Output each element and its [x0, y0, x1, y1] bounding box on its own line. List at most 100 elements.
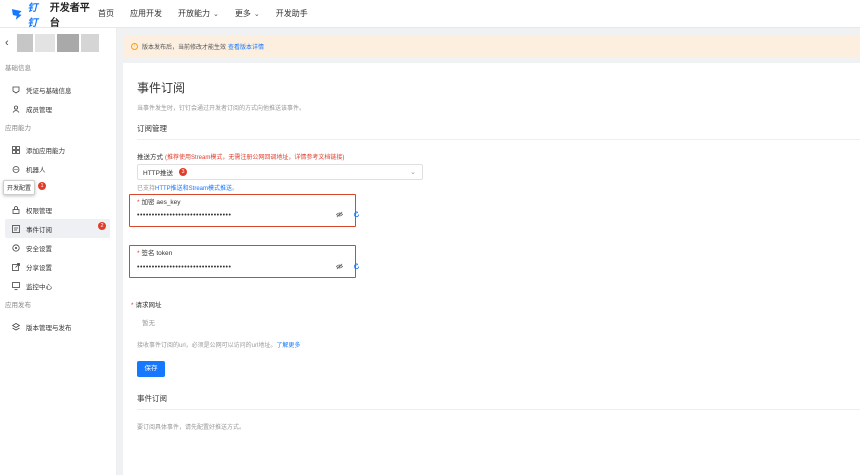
sidebar-item-label: 安全设置	[26, 245, 52, 253]
nav-open-capability-label: 开放能力	[178, 9, 210, 18]
sidebar-item-monitor[interactable]: 监控中心	[0, 276, 116, 295]
nav-app-dev[interactable]: 应用开发	[130, 8, 162, 19]
monitor-icon	[12, 281, 20, 290]
notice-link[interactable]: 查看版本详情	[228, 42, 264, 51]
section-title-event: 事件订阅	[137, 394, 167, 403]
aes-key-label: * 加密 aes_key	[137, 196, 181, 206]
sidebar-item-label: 监控中心	[26, 283, 52, 291]
push-method-label-text: 推送方式	[137, 154, 163, 161]
aes-key-label-text: 加密 aes_key	[141, 199, 181, 206]
top-navigation-bar: 钉钉 开发者平台 首页 应用开发 开放能力 ⌄ 更多 ⌄ 开发助手	[0, 0, 860, 29]
grid-icon	[12, 145, 20, 154]
sidebar-item-permissions[interactable]: 权限管理	[0, 200, 116, 219]
nav-dev-assistant[interactable]: 开发助手	[276, 8, 308, 19]
sidebar-item-version[interactable]: 版本管理与发布	[0, 317, 116, 336]
sidebar-item-security[interactable]: 安全设置	[0, 238, 116, 257]
notice-text: 版本发布后，当前修改才能生效	[142, 45, 227, 51]
push-method-label: 推送方式 (推荐使用Stream模式，无需注册公网回调地址，详情参考文档链接)	[137, 151, 344, 161]
sidebar-item-label: 机器人	[26, 166, 46, 174]
aes-key-value: ••••••••••••••••••••••••••••••••	[137, 211, 232, 219]
nav-home[interactable]: 首页	[98, 8, 114, 19]
nav-home-label: 首页	[98, 9, 114, 18]
shield-icon	[12, 243, 20, 252]
refresh-icon[interactable]	[353, 263, 360, 270]
robot-icon	[12, 165, 20, 173]
sidebar-item-add-capability[interactable]: 添加应用能力	[0, 140, 116, 159]
support-note: 已支持HTTP推送和Stream模式推送。	[137, 183, 238, 192]
dev-config-tooltip: 开发配置	[3, 180, 36, 195]
info-icon: !	[131, 43, 138, 50]
app-name-redacted	[56, 34, 79, 52]
step-badge-2: 2	[98, 222, 106, 230]
sidebar-item-label: 添加应用能力	[26, 147, 65, 155]
sidebar: ‹ 基础信息 凭证与基础信息 成员管理 应用能力 添加应用能力 机器人 权限管理…	[0, 28, 117, 475]
sidebar-item-share[interactable]: 分享设置	[0, 257, 116, 276]
push-method-hint: (推荐使用Stream模式，无需注册公网回调地址，详情参考文档链接)	[165, 155, 345, 161]
page-title: 事件订阅	[137, 81, 186, 95]
nav-open-capability[interactable]: 开放能力 ⌄	[178, 8, 219, 19]
sidebar-item-robot[interactable]: 机器人	[0, 159, 116, 178]
token-field[interactable]: ••••••••••••••••••••••••••••••••	[137, 260, 360, 274]
section-title-manage: 订阅管理	[137, 124, 167, 133]
notice-banner: ! 版本发布后，当前修改才能生效 查看版本详情	[123, 36, 860, 57]
section-title-basic: 基础信息	[5, 65, 31, 72]
member-icon	[12, 105, 20, 113]
required-mark: *	[137, 250, 140, 257]
support-suffix: 。	[232, 186, 239, 192]
learn-more-link[interactable]: 了解更多	[276, 343, 300, 349]
nav-app-dev-label: 应用开发	[130, 9, 162, 18]
eye-icon[interactable]	[336, 263, 343, 270]
step-badge-3: 3	[179, 168, 187, 176]
divider	[137, 139, 860, 140]
token-label: * 签名 token	[137, 247, 172, 257]
sidebar-item-label: 权限管理	[26, 207, 52, 215]
logo[interactable]: 钉钉 开发者平台	[10, 0, 98, 29]
main-card: 事件订阅 当事件发生时，钉钉会通过开发者订阅的方式向他推送该事件。 订阅管理 推…	[123, 63, 860, 475]
sidebar-item-credentials[interactable]: 凭证与基础信息	[0, 80, 116, 99]
share-icon	[12, 262, 20, 271]
step-badge-1: 1	[38, 182, 46, 190]
push-method-value: HTTP推送	[143, 170, 173, 177]
section-title-capability: 应用能力	[5, 125, 31, 132]
divider	[137, 409, 860, 410]
nav-more[interactable]: 更多 ⌄	[235, 8, 260, 19]
lock-icon	[12, 205, 20, 214]
page-description: 当事件发生时，钉钉会通过开发者订阅的方式向他推送该事件。	[137, 106, 306, 112]
chevron-down-icon: ⌄	[253, 10, 260, 18]
version-icon	[12, 322, 20, 330]
request-url-desc-text: 接收事件订阅的url，必须是公网可以访问的url地址。	[137, 343, 277, 349]
app-name-redacted	[80, 34, 99, 52]
section-title-publish: 应用发布	[5, 302, 31, 309]
eye-icon[interactable]	[336, 211, 343, 218]
request-url-label: * 请求网址	[131, 299, 162, 309]
sidebar-item-label: 事件订阅	[26, 226, 52, 234]
aes-key-field[interactable]: ••••••••••••••••••••••••••••••••	[137, 208, 360, 222]
nav-more-label: 更多	[234, 9, 251, 18]
chevron-left-icon[interactable]: ‹	[5, 37, 9, 49]
event-description: 要订阅具体事件，请先配置好推送方式。	[137, 425, 246, 431]
sidebar-item-label: 分享设置	[26, 264, 52, 272]
request-url-label-text: 请求网址	[135, 302, 162, 309]
support-prefix: 已支持	[137, 186, 156, 192]
request-url-input[interactable]: 暂无	[142, 317, 155, 327]
token-label-text: 签名 token	[141, 250, 173, 257]
save-button[interactable]: 保存	[137, 361, 165, 377]
nav-dev-assistant-label: 开发助手	[275, 9, 308, 18]
support-link[interactable]: HTTP推送和Stream模式推送	[155, 186, 232, 192]
app-header: ‹	[0, 28, 116, 58]
sidebar-item-label: 版本管理与发布	[26, 324, 72, 332]
sidebar-item-event-subscription[interactable]: 事件订阅	[5, 219, 110, 238]
credential-icon	[12, 86, 20, 93]
sidebar-item-members[interactable]: 成员管理	[0, 99, 116, 118]
event-icon	[12, 224, 20, 233]
app-icon-redacted	[16, 34, 33, 52]
chevron-down-icon: ⌄	[410, 169, 416, 176]
required-mark: *	[137, 199, 140, 206]
sidebar-item-label: 成员管理	[26, 106, 52, 114]
sidebar-item-label: 凭证与基础信息	[26, 87, 72, 95]
logo-title: 开发者平台	[49, 2, 90, 29]
refresh-icon[interactable]	[353, 211, 360, 218]
logo-brand: 钉钉	[27, 2, 38, 29]
app-name-redacted	[34, 34, 55, 52]
token-value: ••••••••••••••••••••••••••••••••	[137, 263, 232, 271]
